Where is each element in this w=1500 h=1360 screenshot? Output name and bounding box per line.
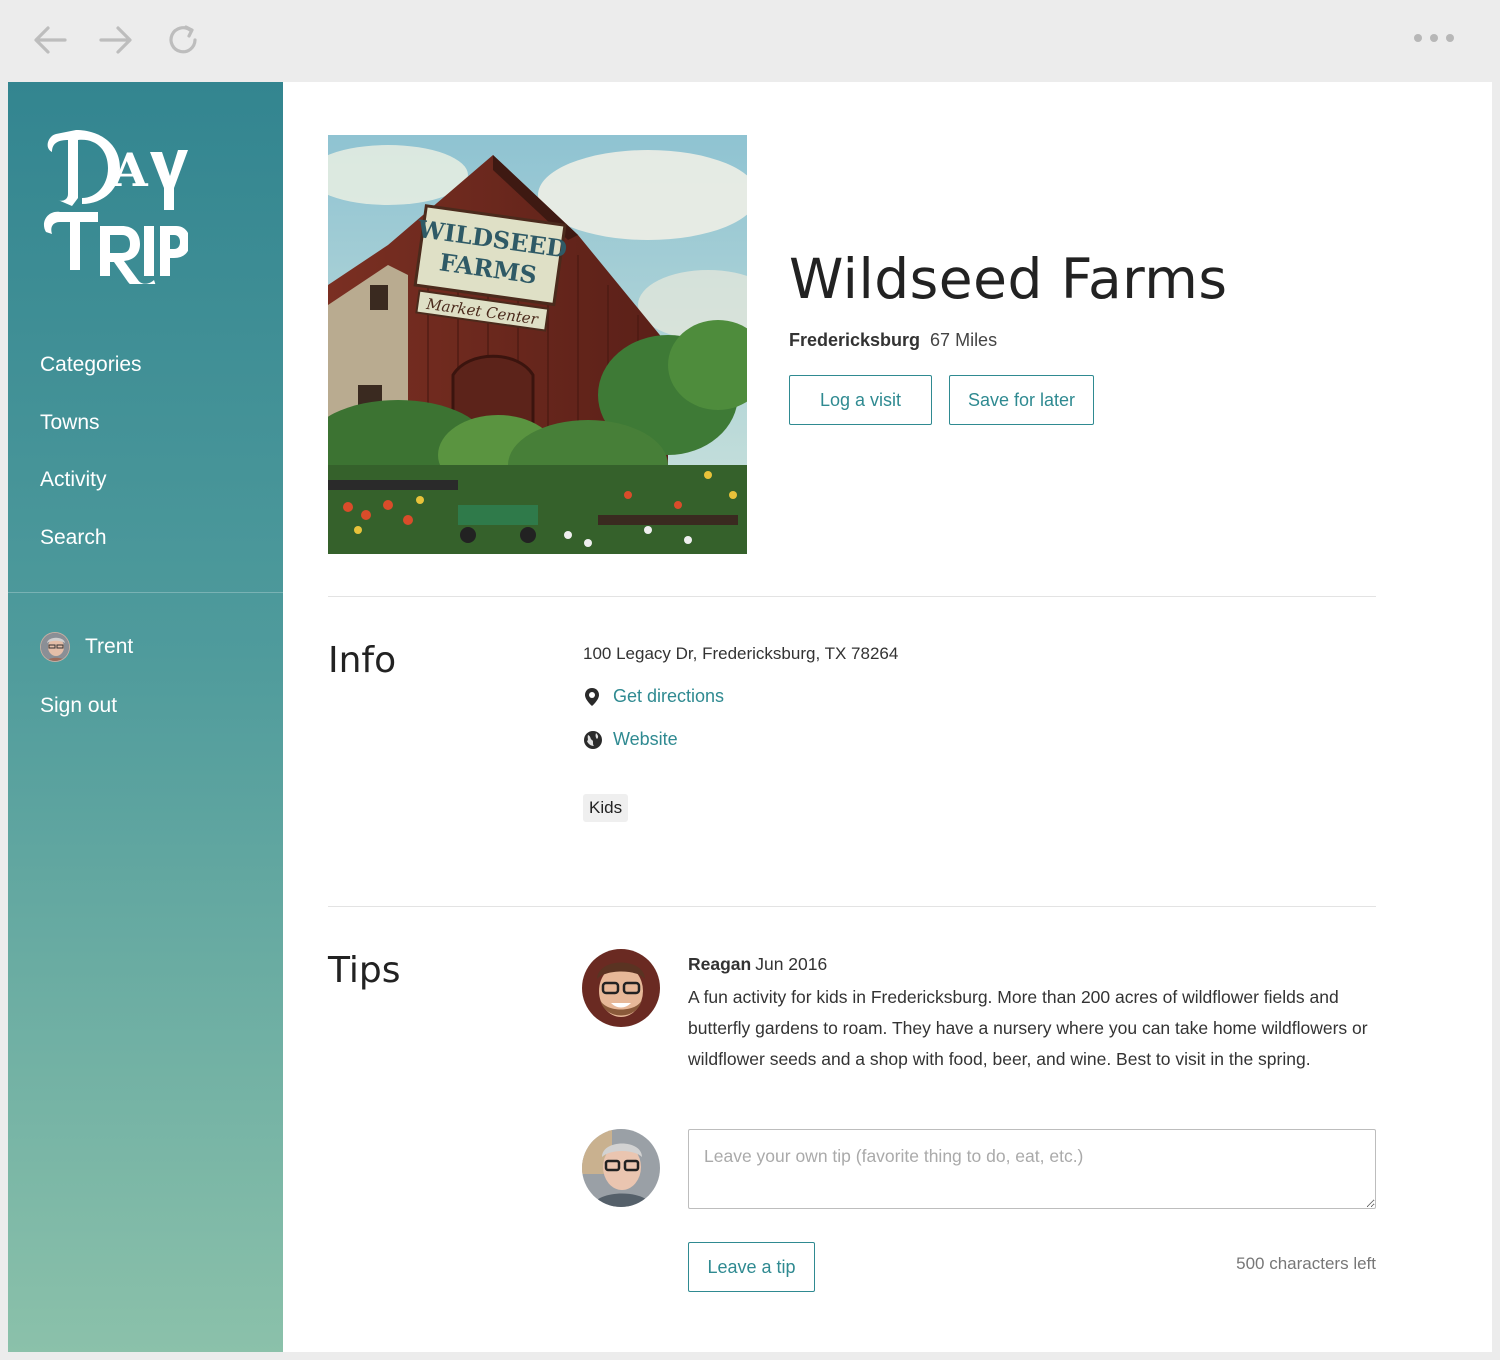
divider — [328, 596, 1376, 597]
info-heading: Info — [328, 640, 397, 681]
divider — [328, 906, 1376, 907]
globe-icon — [584, 730, 602, 749]
place-distance: 67 Miles — [930, 330, 998, 350]
sidebar-item-categories[interactable]: Categories — [40, 342, 142, 400]
sidebar-divider — [8, 592, 283, 593]
tip-date: Jun 2016 — [755, 954, 828, 974]
place-address: 100 Legacy Dr, Fredericksburg, TX 78264 — [583, 644, 899, 663]
page-title: Wildseed Farms — [789, 247, 1228, 311]
app-window: A Categories Towns Activity Search Trent… — [8, 82, 1492, 1352]
place-meta: Fredericksburg 67 Miles — [789, 330, 997, 351]
arrow-right-icon[interactable] — [96, 20, 136, 60]
tip-input[interactable] — [688, 1129, 1376, 1209]
get-directions-link[interactable]: Get directions — [583, 686, 724, 707]
place-detail: WILDSEED FARMS Market Center Wildseed Fa… — [283, 82, 1492, 1352]
leave-tip-button[interactable]: Leave a tip — [688, 1242, 815, 1292]
website-label: Website — [613, 729, 678, 749]
log-visit-button[interactable]: Log a visit — [789, 375, 932, 425]
tip-text: A fun activity for kids in Fredericksbur… — [688, 987, 1368, 1069]
tag-kids[interactable]: Kids — [583, 794, 629, 822]
tips-heading: Tips — [328, 950, 401, 991]
place-photo: WILDSEED FARMS Market Center — [328, 135, 747, 554]
map-pin-icon — [585, 687, 599, 706]
sidebar-item-towns[interactable]: Towns — [40, 400, 142, 458]
sign-out-link[interactable]: Sign out — [40, 694, 117, 718]
ellipsis-icon[interactable] — [1414, 28, 1454, 48]
sidebar-item-search[interactable]: Search — [40, 515, 142, 573]
svg-text:A: A — [111, 143, 149, 197]
avatar — [582, 949, 660, 1027]
save-for-later-button[interactable]: Save for later — [949, 375, 1094, 425]
sidebar-nav: Categories Towns Activity Search — [40, 342, 142, 572]
characters-left-counter: 500 characters left — [1236, 1254, 1376, 1273]
tip-header: Reagan Jun 2016 — [688, 954, 827, 975]
reload-icon[interactable] — [163, 20, 203, 60]
sidebar-user-name: Trent — [85, 635, 134, 658]
arrow-left-icon[interactable] — [30, 20, 70, 60]
sidebar-item-activity[interactable]: Activity — [40, 457, 142, 515]
browser-toolbar — [0, 0, 1500, 82]
avatar — [40, 632, 70, 662]
avatar — [582, 1129, 660, 1207]
place-town[interactable]: Fredericksburg — [789, 330, 920, 350]
website-link[interactable]: Website — [583, 729, 678, 750]
get-directions-label: Get directions — [613, 686, 725, 706]
day-trip-logo[interactable]: A — [38, 124, 190, 290]
tip-author: Reagan — [688, 954, 752, 974]
sidebar-user[interactable]: Trent — [40, 632, 133, 662]
sidebar: A Categories Towns Activity Search Trent… — [8, 82, 283, 1352]
